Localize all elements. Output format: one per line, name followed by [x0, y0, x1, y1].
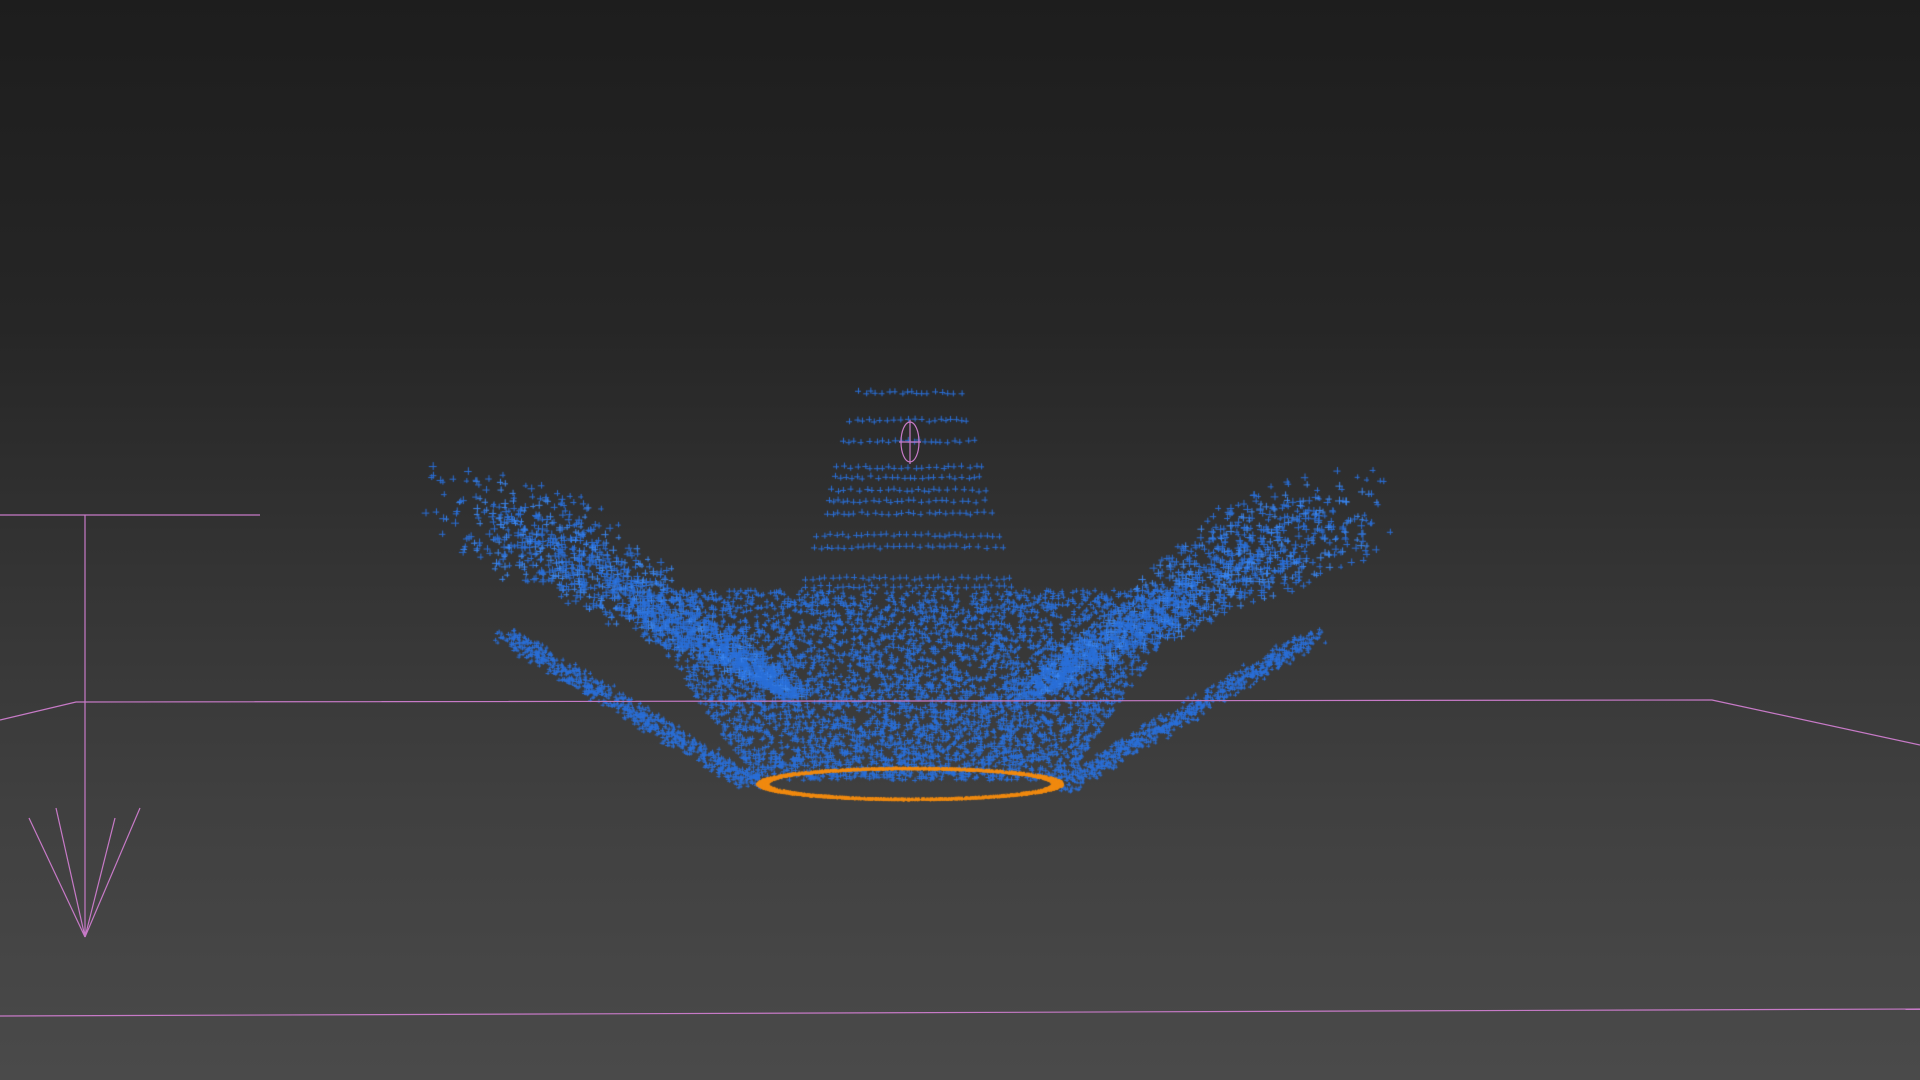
- emitter-gizmo-icon[interactable]: [899, 420, 921, 464]
- scene-helpers: [0, 420, 1920, 1017]
- ground-grid-edge[interactable]: [0, 699, 1920, 746]
- 3d-viewport[interactable]: [0, 0, 1920, 1080]
- ground-grid-front-edge[interactable]: [0, 1008, 1920, 1017]
